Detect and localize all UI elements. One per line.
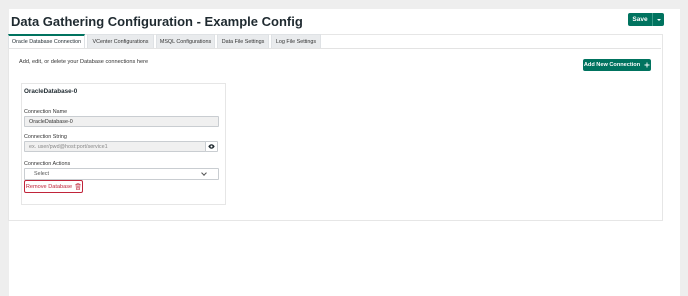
tab-bar: Oracle Database Connection VCenter Confi…	[8, 34, 323, 48]
remove-database-button[interactable]: Remove Database	[24, 180, 83, 193]
connection-name-label: Connection Name	[24, 109, 68, 115]
save-button[interactable]: Save	[628, 13, 652, 26]
section-hint: Add, edit, or delete your Database conne…	[19, 59, 149, 65]
select-value: Select	[34, 171, 49, 177]
plus-icon	[644, 62, 650, 68]
toggle-visibility-button[interactable]	[205, 141, 218, 152]
tab-msql-configurations[interactable]: MSQL Configurations	[156, 34, 215, 48]
connection-string-label: Connection String	[24, 134, 67, 140]
chevron-down-icon	[201, 170, 207, 176]
connection-title: OracleDatabase-0	[24, 88, 78, 95]
remove-button-label: Remove Database	[25, 183, 73, 190]
caret-down-icon	[656, 18, 661, 21]
trash-icon	[75, 183, 81, 190]
tab-log-file-settings[interactable]: Log File Settings	[271, 34, 321, 48]
connection-actions-select[interactable]: Select	[24, 168, 219, 180]
tab-divider	[9, 48, 661, 49]
tab-vcenter-configurations[interactable]: VCenter Configurations	[87, 34, 154, 48]
tab-oracle-database-connection[interactable]: Oracle Database Connection	[8, 34, 85, 48]
add-button-label: Add New Connection	[583, 62, 641, 68]
tab-data-file-settings[interactable]: Data File Settings	[217, 34, 269, 48]
page-title: Data Gathering Configuration - Example C…	[11, 14, 303, 29]
eye-icon	[208, 144, 215, 149]
add-new-connection-button[interactable]: Add New Connection	[583, 59, 651, 71]
save-split-button: Save	[628, 13, 664, 26]
connection-name-field[interactable]: OracleDatabase-0	[24, 116, 219, 127]
connection-actions-label: Connection Actions	[24, 161, 71, 167]
save-options-toggle[interactable]	[652, 13, 664, 26]
connection-string-input[interactable]: ex. user/pwd@host:port/service1	[24, 141, 206, 152]
